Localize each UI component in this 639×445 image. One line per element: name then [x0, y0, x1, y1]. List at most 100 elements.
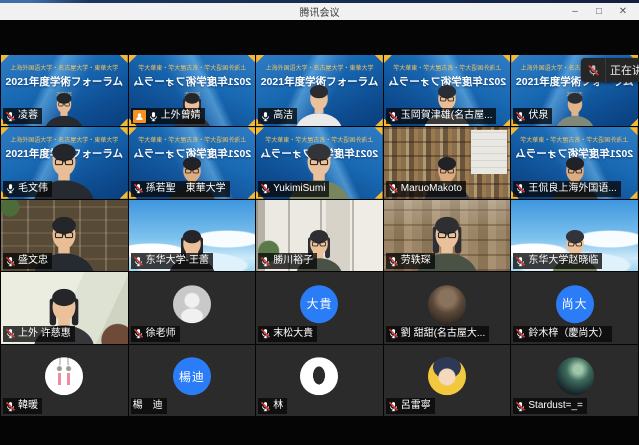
- close-button[interactable]: ✕: [611, 3, 635, 20]
- video-tile[interactable]: 徐老师: [129, 272, 256, 343]
- video-tile[interactable]: 东华大学赵晓临: [511, 200, 638, 271]
- video-tile[interactable]: 劉 甜甜(名古屋大...: [384, 272, 511, 343]
- mic-muted-icon: [260, 401, 271, 412]
- mic-muted-icon: [5, 328, 16, 339]
- banner-universities-text: 上海外国语大学・名古屋大学・東華大学: [129, 135, 256, 144]
- video-tile[interactable]: 上海外国语大学・名古屋大学・東華大学 2021年度学術フォーラム 2021年 玉…: [384, 55, 511, 126]
- minimize-button[interactable]: –: [563, 3, 587, 20]
- video-tile[interactable]: 尚大 鈴木梓（慶尚大）: [511, 272, 638, 343]
- video-tile[interactable]: 上海外国语大学・名古屋大学・東華大学 2021年度学術フォーラム 2021年 上…: [129, 55, 256, 126]
- mic-muted-icon: [5, 401, 16, 412]
- banner-universities-text: 上海外国语大学・名古屋大学・東華大学: [511, 135, 638, 144]
- video-tile[interactable]: 上海外国语大学・名古屋大学・東華大学 2021年度学術フォーラム 2021年 王…: [511, 127, 638, 198]
- mic-muted-icon: [388, 183, 399, 194]
- participant-label: 高洁: [258, 108, 297, 124]
- participant-name: 东华大学赵晓临: [528, 254, 598, 268]
- participant-name: 呂雷寧: [401, 399, 431, 413]
- participant-name: 劉 甜甜(名古屋大...: [401, 327, 485, 341]
- participant-name: Stardust=_=: [528, 399, 582, 413]
- participant-label: MaruoMakoto: [386, 181, 466, 197]
- banner-corner-accent: [1, 127, 9, 135]
- participant-label: 呂雷寧: [386, 398, 435, 414]
- participant-label: YukimiSumi: [258, 181, 329, 197]
- video-tile[interactable]: 韓暖: [1, 345, 128, 416]
- banner-corner-accent: [375, 127, 383, 135]
- video-tile[interactable]: MaruoMakoto: [384, 127, 511, 198]
- banner-corner-accent: [511, 55, 519, 63]
- avatar: [428, 285, 466, 323]
- participant-name: 孫若聖 東華大学: [146, 182, 226, 196]
- video-tile[interactable]: 勝川裕子: [256, 200, 383, 271]
- mic-muted-icon: [515, 183, 526, 194]
- participant-label: Stardust=_=: [513, 398, 586, 414]
- video-tile[interactable]: Stardust=_=: [511, 345, 638, 416]
- avatar: 大貴: [300, 285, 338, 323]
- participant-label: 毛文伟: [3, 181, 52, 197]
- video-tile[interactable]: 楊迪 楊 迪: [129, 345, 256, 416]
- participant-name: 玉岡賀津雄(名古屋...: [401, 109, 493, 123]
- mic-muted-icon: [5, 256, 16, 267]
- mic-on-icon: [5, 183, 16, 194]
- participant-label: 伏泉: [513, 108, 552, 124]
- mic-on-icon: [148, 111, 159, 122]
- banner-corner-accent: [375, 118, 383, 126]
- maximize-button[interactable]: □: [587, 3, 611, 20]
- participant-label: 东华大学赵晓临: [513, 253, 602, 269]
- mic-muted-icon: [260, 328, 271, 339]
- banner-corner-accent: [375, 55, 383, 63]
- banner-corner-accent: [384, 55, 392, 63]
- window-controls: – □ ✕: [563, 3, 635, 20]
- window-title: 腾讯会议: [0, 4, 639, 19]
- title-bar[interactable]: 腾讯会议 – □ ✕: [0, 3, 639, 21]
- participant-name: 高洁: [273, 109, 293, 123]
- avatar-initials: 尚大: [562, 296, 588, 313]
- banner-corner-accent: [630, 191, 638, 199]
- participant-label: 林: [258, 398, 287, 414]
- avatar-initials: 大貴: [306, 296, 332, 313]
- video-tile[interactable]: 上外 许慈惠: [1, 272, 128, 343]
- speaking-indicator-label: 正在讲话:: [606, 62, 639, 78]
- mic-muted-icon: [5, 111, 16, 122]
- participant-label: 玉岡賀津雄(名古屋...: [386, 108, 497, 124]
- participant-name: 楊 迪: [133, 399, 163, 413]
- banner-corner-accent: [247, 118, 255, 126]
- banner-corner-accent: [247, 127, 255, 135]
- avatar: [300, 357, 338, 395]
- participant-person: [37, 88, 91, 127]
- banner-corner-accent: [502, 118, 510, 126]
- video-tile[interactable]: 上海外国语大学・名古屋大学・東華大学 2021年度学術フォーラム 2021年 Y…: [256, 127, 383, 198]
- participant-label: 王侃良上海外国语...: [513, 181, 620, 197]
- video-tile[interactable]: 东华大学-王蕾: [129, 200, 256, 271]
- video-tile[interactable]: 盛文忠: [1, 200, 128, 271]
- participant-name: 末松大貴: [273, 327, 313, 341]
- video-tile[interactable]: 上海外国语大学・名古屋大学・東華大学 2021年度学術フォーラム 2021年 毛…: [1, 127, 128, 198]
- mic-muted-icon: [515, 256, 526, 267]
- banner-title-text: 2021年度学術フォーラム: [129, 74, 256, 89]
- video-tile[interactable]: 上海外国语大学・名古屋大学・東華大学 2021年度学術フォーラム 2021年 凌…: [1, 55, 128, 126]
- avatar: [556, 357, 594, 395]
- banner-universities-text: 上海外国语大学・名古屋大学・東華大学: [129, 63, 256, 72]
- mic-muted-icon: [515, 111, 526, 122]
- avatar: 尚大: [556, 285, 594, 323]
- banner-corner-accent: [120, 191, 128, 199]
- participant-name: MaruoMakoto: [401, 182, 462, 196]
- participant-label: 盛文忠: [3, 253, 52, 269]
- banner-corner-accent: [502, 55, 510, 63]
- video-tile[interactable]: 上海外国语大学・名古屋大学・東華大学 2021年度学術フォーラム 2021年 孫…: [129, 127, 256, 198]
- video-tile[interactable]: 大貴 末松大貴: [256, 272, 383, 343]
- participant-label: 劳轶琛: [386, 253, 435, 269]
- mic-on-icon: [260, 111, 271, 122]
- video-tile[interactable]: 劳轶琛: [384, 200, 511, 271]
- participant-label: 凌蓉: [3, 108, 42, 124]
- video-tile[interactable]: 呂雷寧: [384, 345, 511, 416]
- banner-corner-accent: [120, 55, 128, 63]
- banner-corner-accent: [120, 118, 128, 126]
- video-tile[interactable]: 上海外国语大学・名古屋大学・東華大学 2021年度学術フォーラム 2021年 高…: [256, 55, 383, 126]
- video-tile[interactable]: 林: [256, 345, 383, 416]
- mic-muted-icon: [388, 401, 399, 412]
- banner-corner-accent: [129, 55, 137, 63]
- avatar-initials: 楊迪: [179, 368, 205, 385]
- participant-name: 凌蓉: [18, 109, 38, 123]
- participant-name: YukimiSumi: [273, 182, 325, 196]
- host-badge-icon: [133, 110, 146, 123]
